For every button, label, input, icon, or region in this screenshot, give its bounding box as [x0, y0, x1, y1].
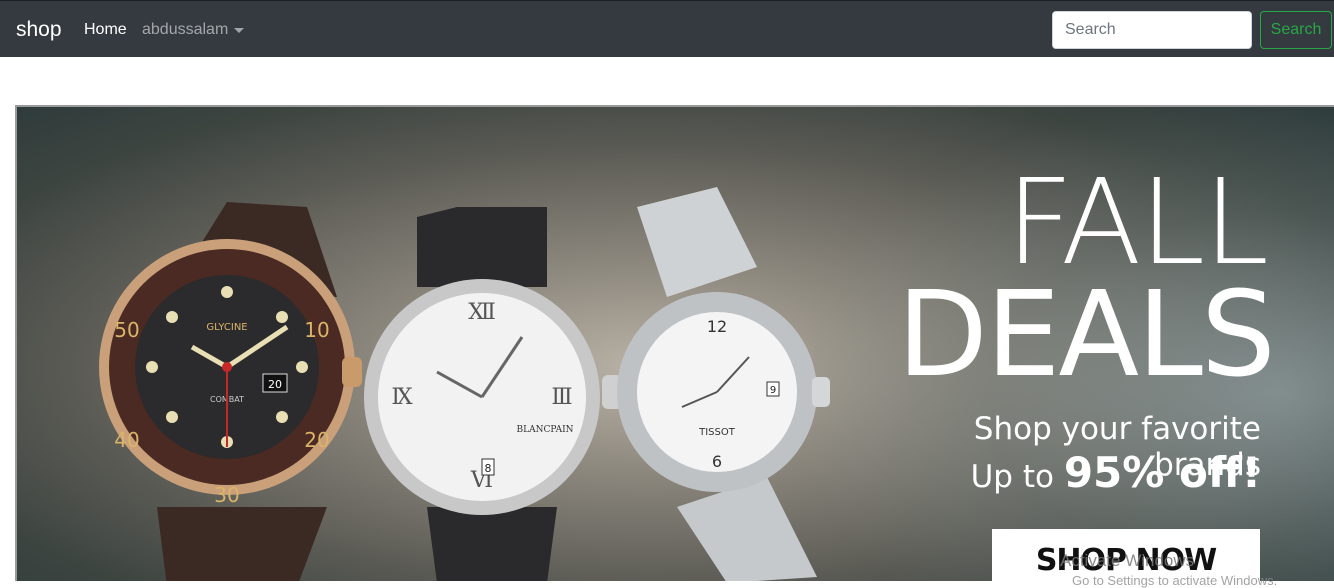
bezel-number-40: 40	[114, 428, 139, 452]
bezel-number-30: 30	[214, 483, 239, 507]
nav-user-dropdown[interactable]: abdussalam	[142, 20, 228, 40]
promo-banner[interactable]: 10 20 30 40 50 20 GLYCINE COMBAT ⅫⅢⅥⅨ BL…	[15, 105, 1334, 581]
right-watch-date: 9	[770, 385, 776, 396]
search-button[interactable]: Search	[1260, 11, 1332, 49]
bezel-number-50: 50	[114, 318, 139, 342]
chevron-down-icon[interactable]	[234, 28, 244, 33]
headline-deals: DEALS	[897, 265, 1276, 403]
left-watch-brand: GLYCINE	[206, 322, 247, 333]
right-watch-number-6: 6	[712, 452, 722, 471]
svg-text:Ⅲ: Ⅲ	[551, 385, 572, 410]
offer-prefix: Up to	[970, 459, 1064, 495]
left-watch-date: 20	[268, 378, 282, 391]
right-watch-brand: TISSOT	[698, 427, 736, 438]
activate-windows-watermark: Activate Windows	[1060, 551, 1195, 570]
bezel-number-10: 10	[304, 318, 329, 342]
center-watch-brand: BLANCPAIN	[516, 425, 573, 435]
nav-link-home[interactable]: Home	[84, 20, 127, 40]
watches-image: 10 20 30 40 50 20 GLYCINE COMBAT ⅫⅢⅥⅨ BL…	[99, 187, 830, 581]
bezel-number-20: 20	[304, 428, 329, 452]
right-watch-number-12: 12	[707, 317, 727, 336]
svg-text:Ⅻ: Ⅻ	[468, 300, 496, 325]
headline-fall: FALL	[1005, 153, 1269, 291]
navbar-brand[interactable]: shop	[16, 17, 62, 43]
center-watch-date: 8	[485, 462, 492, 475]
offer-discount: 95% off!	[1063, 448, 1261, 497]
svg-text:Ⅸ: Ⅸ	[391, 385, 413, 410]
search-input[interactable]	[1052, 11, 1252, 49]
top-navbar: shop Home abdussalam Search	[0, 0, 1334, 57]
banner-offer: Up to 95% off!	[917, 449, 1261, 501]
